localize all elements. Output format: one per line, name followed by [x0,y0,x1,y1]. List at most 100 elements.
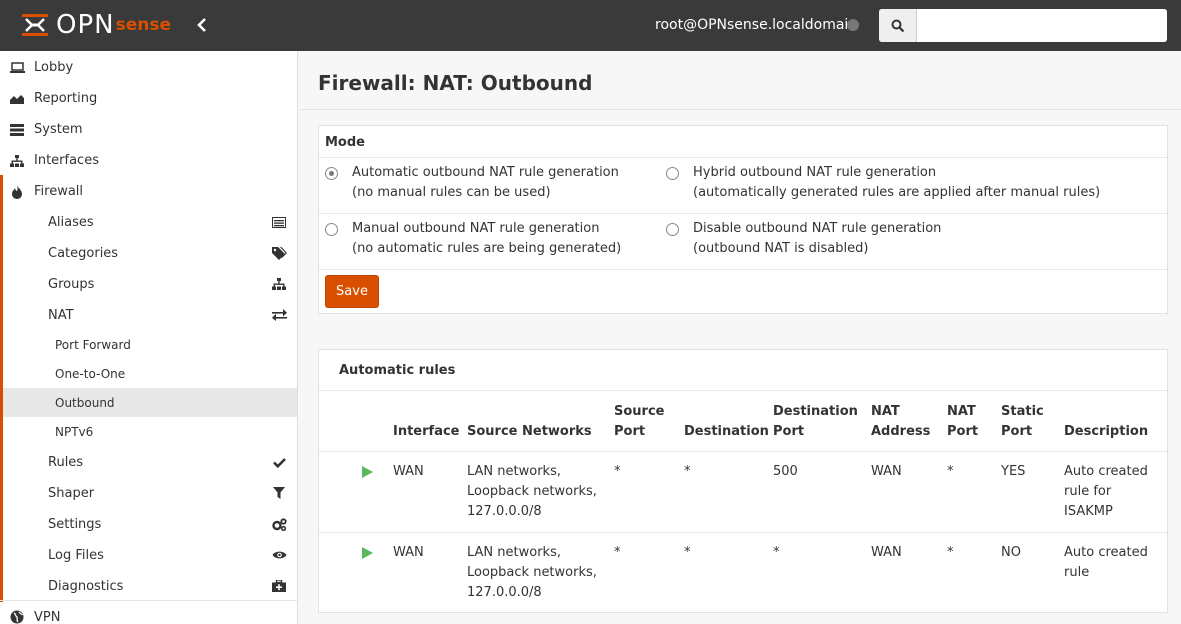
list-alt-icon [271,215,287,229]
search-icon [891,19,904,32]
sidebar-item-categories[interactable]: Categories [0,238,297,269]
col-header-line: Address [871,424,931,439]
col-header-static-port: Static Port [1001,402,1044,442]
sidebar-item-settings[interactable]: Settings [0,509,297,540]
cell-nat-address: WAN [871,464,902,479]
sidebar-item-label: VPN [34,609,61,624]
sidebar-item-label: Diagnostics [48,579,124,594]
sidebar-item-shaper[interactable]: Shaper [0,478,297,509]
col-header-source-networks: Source Networks [467,424,592,439]
sidebar-item-outbound[interactable]: Outbound [0,388,297,417]
option-automatic-label[interactable]: Automatic outbound NAT rule generation [352,163,619,183]
cell-static-port: YES [1001,464,1026,479]
title-divider [299,109,1181,110]
radio-manual-nat[interactable] [325,223,338,236]
area-chart-icon [9,92,25,106]
automatic-rules-heading: Automatic rules [339,363,456,378]
sidebar-item-nptv6[interactable]: NPTv6 [0,417,297,446]
col-header-description: Description [1064,424,1149,439]
col-header-nat-port: NAT Port [947,402,978,442]
radio-automatic-nat[interactable] [325,167,338,180]
cell-destination-port: * [773,545,780,560]
col-header-line: Port [947,424,979,439]
option-hybrid-label[interactable]: Hybrid outbound NAT rule generation [693,163,1100,183]
cell-line: rule [1064,565,1090,580]
search-input[interactable] [917,9,1167,42]
user-menu-label[interactable]: root@OPNsense.localdomain [655,17,857,33]
sidebar-item-label: Shaper [48,486,95,501]
logo-text: OPN [56,10,115,40]
sidebar-item-diagnostics[interactable]: Diagnostics [0,571,297,602]
play-icon[interactable] [362,547,373,559]
option-automatic-note: (no manual rules can be used) [352,185,551,200]
save-button[interactable]: Save [325,275,379,308]
col-header-line: NAT [947,404,976,419]
sidebar-item-groups[interactable]: Groups [0,269,297,300]
opnsense-logo-icon [22,14,48,36]
sitemap-icon [271,277,287,291]
col-header-line: Port [773,424,805,439]
cell-destination: * [684,545,691,560]
medkit-icon [271,579,287,593]
option-disable: Disable outbound NAT rule generation (ou… [693,219,941,259]
sidebar-item-label: Outbound [55,395,115,410]
col-header-line: Destination [773,404,858,419]
sidebar-item-reporting[interactable]: Reporting [0,83,297,114]
sidebar-item-lobby[interactable]: Lobby [0,52,297,83]
page-title: Firewall: NAT: Outbound [318,71,593,95]
server-icon [9,123,25,137]
filter-icon [271,486,287,500]
sidebar-item-label: Lobby [34,60,74,75]
sidebar-item-aliases[interactable]: Aliases [0,207,297,238]
cell-source-networks: LAN networks, Loopback networks, 127.0.0… [467,462,597,522]
sidebar-item-label: Aliases [48,215,94,230]
sidebar-item-label: System [34,122,83,137]
sidebar-item-one-to-one[interactable]: One-to-One [0,359,297,388]
sidebar-collapse-button[interactable] [196,16,212,36]
sidebar-item-nat[interactable]: NAT [0,300,297,331]
option-manual-label[interactable]: Manual outbound NAT rule generation [352,219,621,239]
rules-divider [319,451,1167,452]
sidebar-item-vpn[interactable]: VPN [0,602,297,624]
sitemap-icon [9,154,25,168]
eye-icon [271,548,287,562]
cell-description: Auto created rule [1064,543,1148,583]
rules-divider [319,532,1167,533]
status-indicator-icon[interactable] [847,19,859,31]
tags-icon [271,246,287,260]
option-manual-note: (no automatic rules are being generated) [352,241,622,256]
rules-divider [319,390,1167,391]
col-header-destination-port: Destination Port [773,402,858,442]
option-automatic: Automatic outbound NAT rule generation (… [352,163,619,203]
check-icon [271,455,287,469]
sidebar-item-label: Categories [48,246,119,261]
option-disable-label[interactable]: Disable outbound NAT rule generation [693,219,941,239]
sidebar-item-label: Log Files [48,548,104,563]
sidebar-divider [0,600,297,601]
search-button[interactable] [879,9,917,42]
radio-disable-nat[interactable] [666,223,679,236]
col-header-line: Static [1001,404,1044,419]
option-manual: Manual outbound NAT rule generation (no … [352,219,621,259]
cell-line: Auto created [1064,464,1148,479]
sidebar-item-label: Interfaces [34,153,99,168]
opnsense-logo[interactable]: OPN sense [20,10,171,40]
sidebar-item-label: Groups [48,277,95,292]
play-icon[interactable] [362,466,373,478]
sidebar-item-system[interactable]: System [0,114,297,145]
cell-line: ISAKMP [1064,504,1113,519]
col-header-line: Source [614,404,665,419]
cogs-icon [271,517,287,531]
chevron-left-icon [197,18,206,32]
sidebar-item-label: NPTv6 [55,424,94,439]
sidebar-item-port-forward[interactable]: Port Forward [0,330,297,359]
sidebar-item-interfaces[interactable]: Interfaces [0,145,297,176]
col-header-nat-address: NAT Address [871,402,930,442]
cell-line: 127.0.0.0/8 [467,504,542,519]
sidebar-item-label: Rules [48,455,84,470]
cell-source-networks: LAN networks, Loopback networks, 127.0.0… [467,543,597,603]
sidebar-item-firewall[interactable]: Firewall [0,176,297,207]
sidebar-item-log-files[interactable]: Log Files [0,540,297,571]
radio-hybrid-nat[interactable] [666,167,679,180]
sidebar-item-rules[interactable]: Rules [0,447,297,478]
